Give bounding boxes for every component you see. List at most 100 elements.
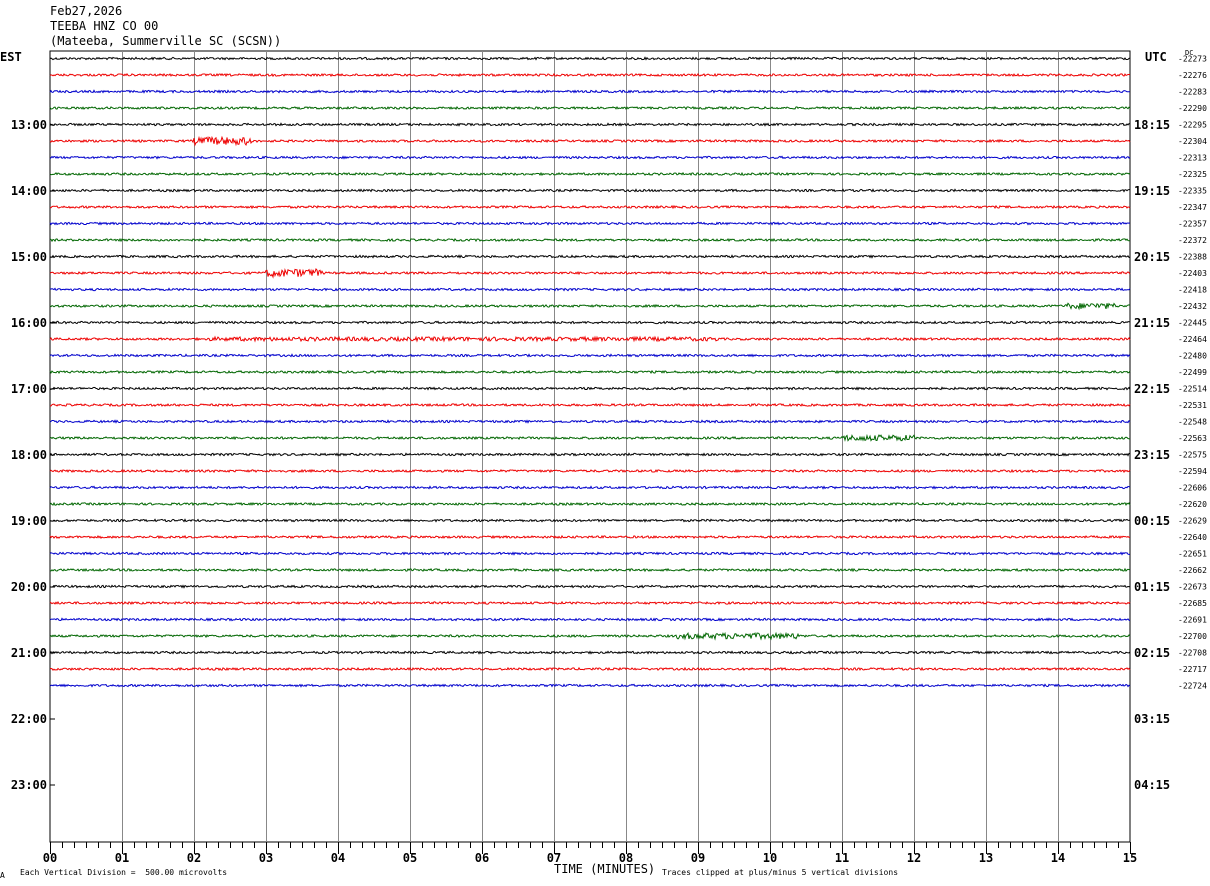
x-tick-label: 06 (475, 851, 489, 865)
seismogram-plot: 00 01 02 03 04 05 06 07 08 09 10 11 12 13 14 1513:00 18:… (11, 50, 1207, 865)
trace-line (49, 369, 1131, 375)
dc-offset-label: -22325 (1178, 170, 1207, 179)
x-tick-label: 00 (43, 851, 57, 865)
hour-label-utc: 21:15 (1134, 316, 1170, 330)
scale-note: Each Vertical Division = 500.00 microvol… (20, 868, 228, 877)
hour-label-utc: 19:15 (1134, 184, 1170, 198)
hour-label-utc: 22:15 (1134, 382, 1170, 396)
dc-offset-label: -22445 (1178, 319, 1207, 328)
trace-line (49, 584, 1131, 589)
trace-line (49, 452, 1131, 457)
dc-offset-label: -22629 (1178, 517, 1207, 526)
trace-line (49, 386, 1131, 391)
x-tick-label: 09 (691, 851, 705, 865)
hour-label-est: 22:00 (11, 712, 47, 726)
dc-offset-label: -22640 (1178, 533, 1207, 542)
dc-offset-label: -22347 (1178, 203, 1207, 212)
dc-offset-label: -22273 (1178, 55, 1207, 64)
dc-offset-label: -22563 (1178, 434, 1207, 443)
trace-line (49, 72, 1131, 78)
trace-line (49, 485, 1131, 490)
trace-line (49, 666, 1131, 672)
trace-line (49, 335, 1131, 343)
hour-label-utc: 02:15 (1134, 646, 1170, 660)
trace-line (49, 468, 1131, 474)
trace-line (49, 89, 1130, 94)
trace-line (49, 320, 1131, 325)
trace-line (49, 122, 1131, 127)
x-tick-label: 01 (115, 851, 129, 865)
hour-label-utc: 18:15 (1134, 118, 1170, 132)
x-tick-label: 12 (907, 851, 921, 865)
dc-offset-label: -22620 (1178, 500, 1207, 509)
dc-offset-label: -22276 (1178, 71, 1207, 80)
dc-offset-label: -22594 (1178, 467, 1207, 476)
dc-offset-label: -22313 (1178, 154, 1207, 163)
dc-offset-label: -22548 (1178, 418, 1207, 427)
x-tick-label: 03 (259, 851, 273, 865)
plot-frame (49, 50, 1131, 843)
trace-line (49, 683, 1131, 688)
hour-label-utc: 01:15 (1134, 580, 1170, 594)
dc-offset-label: -22335 (1178, 187, 1207, 196)
trace-line (49, 105, 1131, 111)
dc-offset-label: -22295 (1178, 121, 1207, 130)
x-tick-label: 10 (763, 851, 777, 865)
trace-line (49, 171, 1131, 177)
trace-line (49, 56, 1131, 61)
x-axis-title: TIME (MINUTES) (554, 862, 656, 876)
dc-offset-label: -22480 (1178, 352, 1207, 361)
hour-label-est: 16:00 (11, 316, 47, 330)
trace-line (49, 567, 1130, 573)
hour-label-utc: 03:15 (1134, 712, 1170, 726)
hour-label-utc: 23:15 (1134, 448, 1170, 462)
trace-line (49, 600, 1131, 606)
dc-offset-label: -22606 (1178, 484, 1207, 493)
dc-offset-label: -22403 (1178, 269, 1207, 278)
dc-offset-label: -22685 (1178, 599, 1207, 608)
dc-offset-label: -22708 (1178, 649, 1207, 658)
trace-line (49, 204, 1131, 210)
dc-offset-label: -22531 (1178, 401, 1207, 410)
trace-line (49, 402, 1131, 408)
corner-mark: A (0, 871, 5, 880)
trace-line (49, 501, 1131, 507)
trace-line (49, 617, 1131, 622)
dc-offset-label: -22290 (1178, 104, 1207, 113)
trace-line (49, 287, 1131, 292)
x-tick-label: 11 (835, 851, 849, 865)
dc-offset-label: -22499 (1178, 368, 1207, 377)
dc-offset-label: -22514 (1178, 385, 1207, 394)
hour-label-est: 23:00 (11, 778, 47, 792)
hour-label-utc: 04:15 (1134, 778, 1170, 792)
trace-line (49, 631, 1131, 641)
trace-line (49, 551, 1130, 556)
hour-label-est: 19:00 (11, 514, 47, 528)
dc-offset-label: -22717 (1178, 665, 1207, 674)
dc-offset-label: -22700 (1178, 632, 1207, 641)
trace-line (49, 237, 1131, 243)
dc-offset-label: -22357 (1178, 220, 1207, 229)
trace-line (49, 353, 1131, 358)
trace-line (49, 534, 1131, 540)
hour-label-utc: 00:15 (1134, 514, 1170, 528)
trace-line (49, 650, 1131, 655)
dc-offset-label: -22283 (1178, 88, 1207, 97)
trace-line (49, 155, 1131, 160)
dc-offset-label: -22673 (1178, 583, 1207, 592)
trace-line (49, 254, 1131, 259)
hour-label-est: 17:00 (11, 382, 47, 396)
trace-line (49, 433, 1131, 442)
dc-offset-label: -22724 (1178, 682, 1207, 691)
x-tick-label: 04 (331, 851, 345, 865)
x-tick-label: 13 (979, 851, 993, 865)
x-tick-label: 14 (1051, 851, 1065, 865)
trace-line (49, 419, 1131, 424)
dc-offset-label: -22418 (1178, 286, 1207, 295)
hour-label-est: 13:00 (11, 118, 47, 132)
hour-label-utc: 20:15 (1134, 250, 1170, 264)
hour-label-est: 14:00 (11, 184, 47, 198)
trace-line (49, 221, 1131, 226)
dc-offset-label: -22662 (1178, 566, 1207, 575)
x-tick-label: 15 (1123, 851, 1137, 865)
